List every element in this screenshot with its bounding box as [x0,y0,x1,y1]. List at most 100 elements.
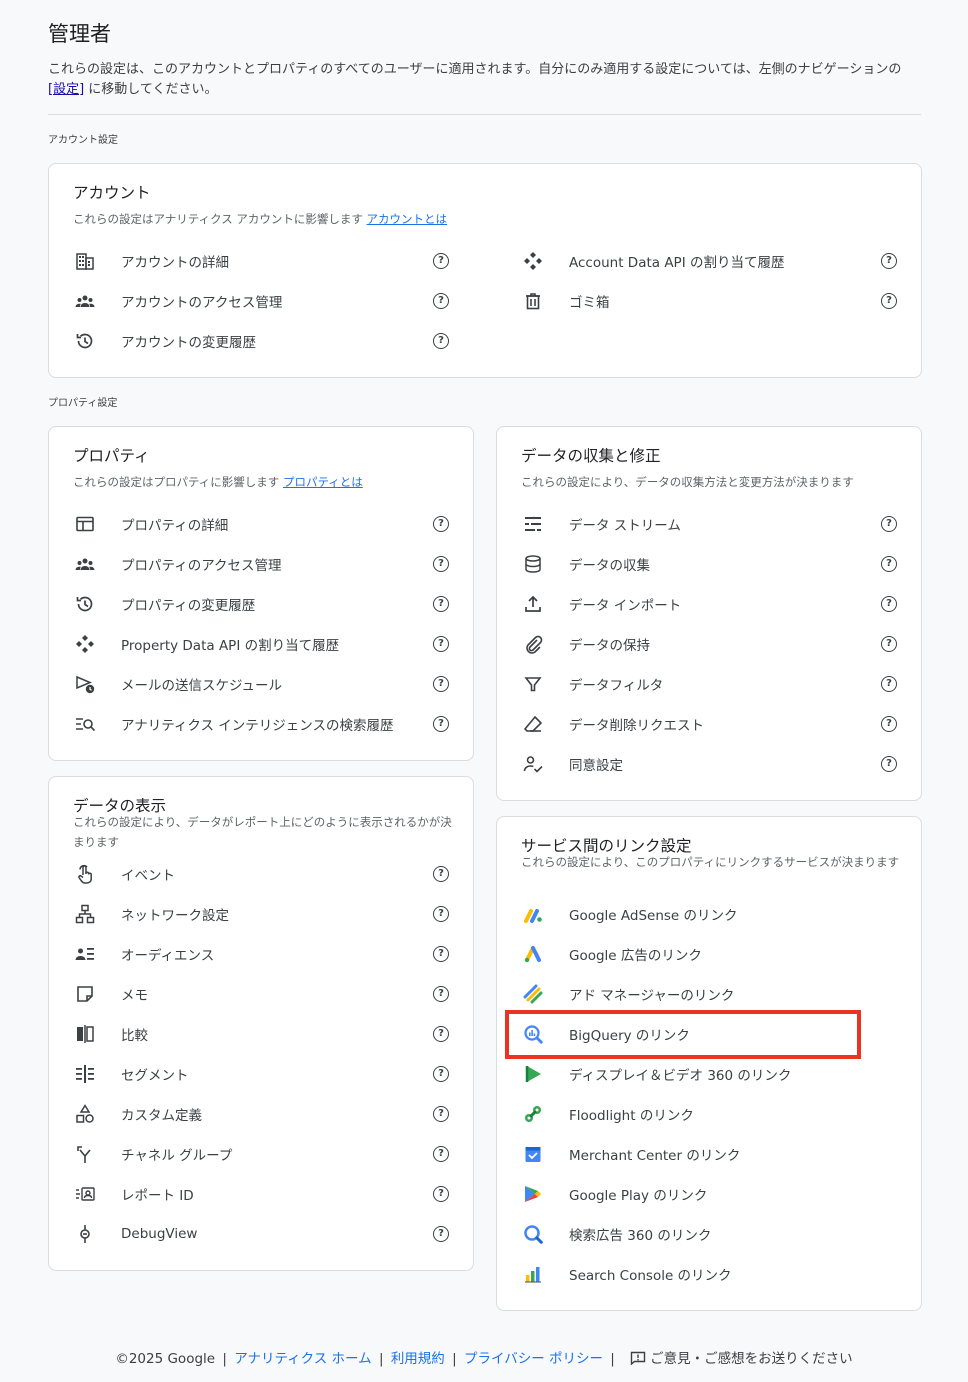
settings-item[interactable]: プロパティのアクセス管理? [49,544,473,584]
help-icon[interactable]: ? [433,253,449,269]
settings-item[interactable]: BigQuery のリンク [497,1014,921,1054]
help-icon[interactable]: ? [433,636,449,652]
settings-item[interactable]: 同意設定? [497,744,921,784]
help-icon[interactable]: ? [881,293,897,309]
settings-item[interactable]: オーディエンス? [49,934,473,974]
settings-item[interactable]: データの収集? [497,544,921,584]
help-icon[interactable]: ? [881,253,897,269]
retention-icon [521,632,545,656]
api-icon [73,632,97,656]
help-icon[interactable]: ? [433,333,449,349]
history-icon-graphic [76,333,93,349]
what-is-property-link[interactable]: プロパティとは [283,475,363,489]
network-icon-graphic [75,904,95,924]
help-icon[interactable]: ? [881,556,897,572]
settings-item[interactable]: 検索広告 360 のリンク [497,1214,921,1254]
settings-item-label: チャネル グループ [121,1148,233,1164]
compare-icon-graphic [77,1025,94,1043]
settings-item[interactable]: データ ストリーム? [497,504,921,544]
help-icon[interactable]: ? [433,1066,449,1082]
analytics-home-link[interactable]: アナリティクス ホーム [234,1351,371,1367]
settings-item[interactable]: Google AdSense のリンク [497,894,921,934]
report-id-icon-graphic [76,1187,95,1201]
settings-item[interactable]: アカウントの変更履歴? [49,321,473,361]
help-icon[interactable]: ? [881,676,897,692]
help-icon[interactable]: ? [433,986,449,1002]
card-title: プロパティ [73,447,150,465]
merge-icon [73,1142,97,1166]
settings-item[interactable]: データの保持? [497,624,921,664]
help-icon[interactable]: ? [433,556,449,572]
settings-item[interactable]: ゴミ箱? [497,281,921,321]
settings-item[interactable]: Merchant Center のリンク [497,1134,921,1174]
settings-item[interactable]: DebugView? [49,1214,473,1254]
settings-item[interactable]: アド マネージャーのリンク [497,974,921,1014]
settings-item-label: ゴミ箱 [569,295,610,311]
audience-icon-graphic [75,948,94,960]
help-icon[interactable]: ? [433,1186,449,1202]
settings-item[interactable]: プロパティの詳細? [49,504,473,544]
settings-item[interactable]: メモ? [49,974,473,1014]
settings-item[interactable]: アカウントのアクセス管理? [49,281,473,321]
settings-item[interactable]: Google 広告のリンク [497,934,921,974]
bigquery-icon [521,1022,545,1046]
feedback-button[interactable]: ご意見・ご感想をお送りください [622,1351,853,1367]
help-icon[interactable]: ? [881,636,897,652]
footer-separator: | [222,1351,227,1367]
settings-link[interactable]: [設定] [48,82,84,97]
help-icon[interactable]: ? [433,866,449,882]
settings-item-label: データの収集 [569,558,650,574]
card-title: アカウント [73,184,151,202]
settings-item-label: ネットワーク設定 [121,908,229,924]
settings-item[interactable]: Floodlight のリンク [497,1094,921,1134]
settings-item[interactable]: Account Data API の割り当て履歴? [497,241,921,281]
debug-icon-graphic [80,1225,90,1243]
settings-item-label: Google Play のリンク [569,1188,708,1204]
help-icon[interactable]: ? [433,1146,449,1162]
settings-item[interactable]: ディスプレイ＆ビデオ 360 のリンク [497,1054,921,1094]
help-icon[interactable]: ? [881,516,897,532]
eraser-icon [521,712,545,736]
people-icon [73,552,97,576]
people-icon-graphic [75,295,95,307]
settings-item[interactable]: レポート ID? [49,1174,473,1214]
help-icon[interactable]: ? [433,906,449,922]
help-icon[interactable]: ? [433,293,449,309]
help-icon[interactable]: ? [433,946,449,962]
settings-item[interactable]: イベント? [49,854,473,894]
settings-item[interactable]: セグメント? [49,1054,473,1094]
settings-item[interactable]: データ削除リクエスト? [497,704,921,744]
help-icon[interactable]: ? [881,716,897,732]
settings-item[interactable]: データフィルタ? [497,664,921,704]
settings-item[interactable]: アカウントの詳細? [49,241,473,281]
help-icon[interactable]: ? [433,596,449,612]
help-icon[interactable]: ? [433,716,449,732]
help-icon[interactable]: ? [433,1106,449,1122]
settings-item[interactable]: データ インポート? [497,584,921,624]
settings-item[interactable]: メールの送信スケジュール? [49,664,473,704]
help-icon[interactable]: ? [433,1026,449,1042]
what-is-account-link[interactable]: アカウントとは [367,212,448,226]
segment-icon [73,1062,97,1086]
settings-item[interactable]: チャネル グループ? [49,1134,473,1174]
settings-item-label: Search Console のリンク [569,1268,732,1284]
help-icon[interactable]: ? [433,516,449,532]
settings-item[interactable]: ネットワーク設定? [49,894,473,934]
settings-item[interactable]: Search Console のリンク [497,1254,921,1294]
privacy-link[interactable]: プライバシー ポリシー [464,1351,603,1367]
help-icon[interactable]: ? [433,1226,449,1242]
settings-item-label: アナリティクス インテリジェンスの検索履歴 [121,718,394,734]
settings-item-label: イベント [121,868,175,884]
settings-item[interactable]: プロパティの変更履歴? [49,584,473,624]
settings-item[interactable]: Google Play のリンク [497,1174,921,1214]
settings-item[interactable]: アナリティクス インテリジェンスの検索履歴? [49,704,473,744]
help-icon[interactable]: ? [881,596,897,612]
settings-item[interactable]: カスタム定義? [49,1094,473,1134]
help-icon[interactable]: ? [433,676,449,692]
card-desc: これらの設定により、データの収集方法と変更方法が決まります [521,475,854,489]
settings-item-label: プロパティの変更履歴 [121,598,256,614]
settings-item[interactable]: 比較? [49,1014,473,1054]
terms-link[interactable]: 利用規約 [391,1351,445,1367]
settings-item[interactable]: Property Data API の割り当て履歴? [49,624,473,664]
help-icon[interactable]: ? [881,756,897,772]
